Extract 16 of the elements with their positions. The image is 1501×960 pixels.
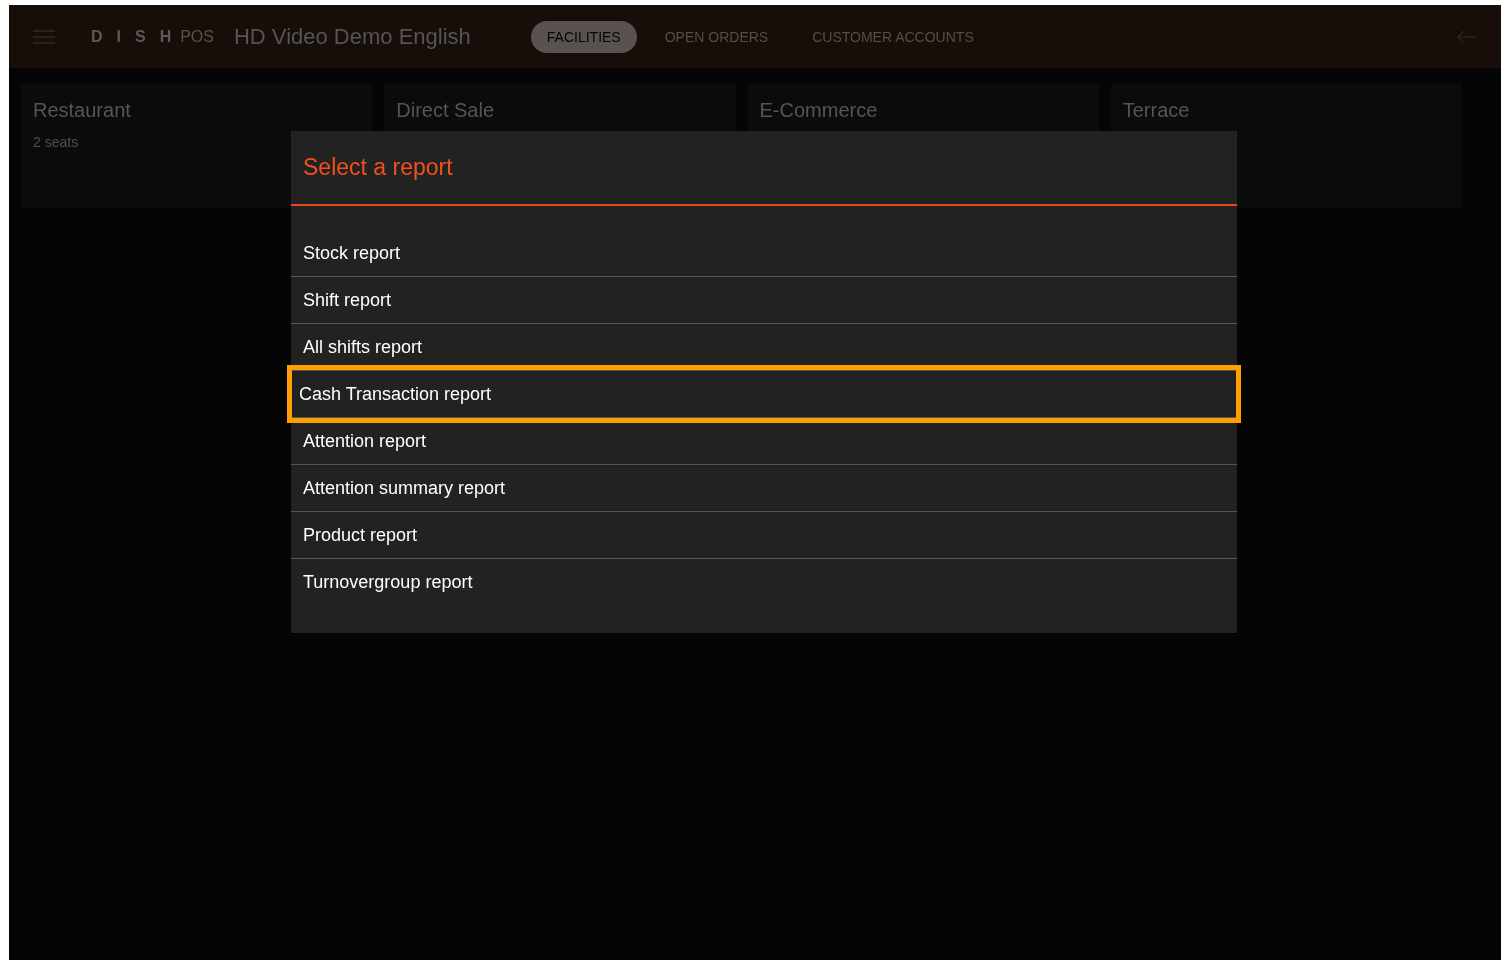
report-item[interactable]: Cash Transaction report	[287, 365, 1241, 423]
facility-name: E-Commerce	[759, 98, 879, 123]
logo: D I S H	[91, 26, 177, 47]
report-item[interactable]: Product report	[291, 512, 1237, 558]
facility-name: Restaurant	[33, 98, 132, 123]
report-item[interactable]: Attention report	[291, 418, 1237, 464]
report-item[interactable]: Stock report	[291, 230, 1237, 276]
report-item[interactable]: Shift report	[291, 277, 1237, 323]
logo-suffix: POS	[180, 26, 214, 47]
report-item[interactable]: Attention summary report	[291, 465, 1237, 511]
facility-detail: 2 seats	[33, 133, 80, 152]
facility-name: Direct Sale	[396, 98, 496, 123]
app-title: HD Video Demo English	[233, 23, 471, 51]
facility-name: Terrace	[1122, 98, 1191, 123]
report-item[interactable]: All shifts report	[291, 324, 1237, 370]
report-item[interactable]: Turnovergroup report	[291, 559, 1237, 605]
